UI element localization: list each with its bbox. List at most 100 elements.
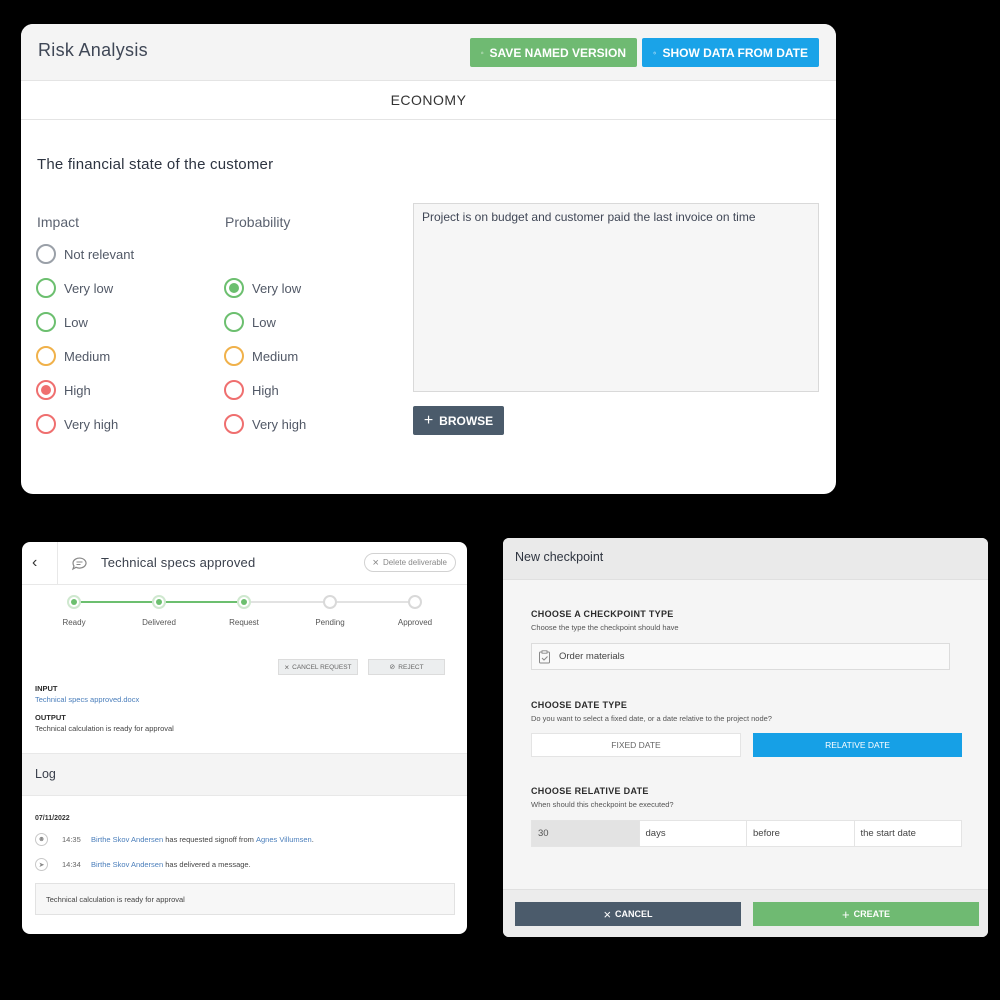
comment-textarea[interactable]: Project is on budget and customer paid t… [413,203,819,392]
checkpoint-type-select[interactable]: Order materials [531,643,950,670]
risk-header: Risk Analysis SAVE NAMED VERSION SHOW DA… [21,24,836,81]
deliverable-title: Technical specs approved [101,555,256,570]
impact-label: Impact [37,214,80,230]
relative-anchor-select[interactable]: the start date [853,821,962,846]
close-icon: × [284,662,290,672]
impact-option-very-low[interactable]: Very low [36,278,113,298]
probability-option-low[interactable]: Low [224,312,276,332]
radio-icon[interactable] [36,312,56,332]
relative-date-title: CHOOSE RELATIVE DATE [531,786,649,796]
create-label: CREATE [853,909,890,919]
new-checkpoint-dialog: New checkpoint CHOOSE A CHECKPOINT TYPE … [503,538,988,937]
radio-icon[interactable] [36,244,56,264]
divider [57,542,58,585]
impact-option-label: Not relevant [64,246,135,262]
log-target-link[interactable]: Agnes Villumsen [256,835,312,844]
relative-date-subtitle: When should this checkpoint be executed? [531,800,674,809]
log-text: has requested signoff from [163,835,256,844]
checkpoint-type-subtitle: Choose the type the checkpoint should ha… [531,623,679,632]
cancel-request-label: CANCEL REQUEST [292,663,352,671]
relative-unit-select[interactable]: days [638,821,747,846]
probability-option-label: High [252,382,279,398]
impact-option-medium[interactable]: Medium [36,346,110,366]
probability-option-label: Very low [252,280,302,296]
relative-amount-input[interactable]: 30 [532,821,639,846]
step-label: Request [229,618,259,627]
back-icon[interactable]: ‹ [32,554,37,572]
create-button[interactable]: + CREATE [753,902,979,926]
radio-icon[interactable] [224,346,244,366]
reject-label: REJECT [398,663,424,671]
step-ready-dot [67,595,81,609]
dialog-footer: × CANCEL + CREATE [503,889,988,937]
impact-option-very-high[interactable]: Very high [36,414,118,434]
log-entry: ➤ 14:34 Birthe Skov Andersen has deliver… [35,858,251,871]
probability-option-high[interactable]: High [224,380,279,400]
impact-option-label: Very high [64,416,119,432]
cancel-label: CANCEL [615,909,653,919]
browse-button[interactable]: + BROWSE [413,406,504,435]
radio-icon[interactable] [224,312,244,332]
delete-deliverable-label: Delete deliverable [382,558,447,567]
input-file-link[interactable]: Technical specs approved.docx [35,695,139,704]
probability-option-very-high[interactable]: Very high [224,414,306,434]
relative-direction-select[interactable]: before [746,821,854,846]
step-pending-dot [323,595,337,609]
output-label: OUTPUT [35,713,66,722]
log-actor-link[interactable]: Birthe Skov Andersen [91,835,163,844]
impact-option-label: Very low [64,280,114,296]
show-data-from-date-button[interactable]: SHOW DATA FROM DATE [642,38,819,67]
radio-selected-icon[interactable] [224,278,244,298]
log-entry: ☻ 14:35 Birthe Skov Andersen has request… [35,833,314,846]
probability-option-label: Medium [252,348,299,364]
plus-icon: + [842,906,850,922]
impact-option-high[interactable]: High [36,380,91,400]
approval-stepper: Ready Delivered Request Pending Approved [22,592,467,632]
save-named-version-button[interactable]: SAVE NAMED VERSION [470,38,637,67]
step-label: Delivered [142,618,176,627]
user-icon: ☻ [35,833,48,846]
radio-icon[interactable] [36,278,56,298]
log-time: 14:35 [62,835,81,844]
radio-icon[interactable] [224,414,244,434]
impact-option-label: Low [64,314,88,330]
radio-icon[interactable] [36,414,56,434]
delete-deliverable-button[interactable]: × Delete deliverable [363,553,456,572]
dialog-header: New checkpoint [503,538,988,580]
log-message: Technical calculation is ready for appro… [35,883,455,915]
log-text-end: . [311,835,314,844]
reject-button[interactable]: ⊘ REJECT [368,659,445,675]
checkpoint-type-title: CHOOSE A CHECKPOINT TYPE [531,609,674,619]
relative-date-row: 30 days before the start date [531,820,962,847]
radio-icon[interactable] [36,346,56,366]
plus-icon: + [423,411,434,429]
fixed-date-toggle[interactable]: FIXED DATE [531,733,741,757]
close-icon: × [603,906,612,922]
impact-option-not-relevant[interactable]: Not relevant [36,244,134,264]
save-named-version-label: SAVE NAMED VERSION [489,45,626,60]
block-icon: ⊘ [389,664,396,671]
input-label: INPUT [35,684,58,693]
section-title: ECONOMY [21,81,836,120]
probability-option-very-low[interactable]: Very low [224,278,301,298]
radio-icon[interactable] [224,380,244,400]
log-time: 14:34 [62,860,81,869]
impact-option-label: High [64,382,91,398]
date-type-subtitle: Do you want to select a fixed date, or a… [531,714,772,723]
show-data-from-date-label: SHOW DATA FROM DATE [662,45,808,60]
deliverable-panel: ‹ Technical specs approved × Delete deli… [22,542,467,934]
impact-option-low[interactable]: Low [36,312,88,332]
log-actor-link[interactable]: Birthe Skov Andersen [91,860,163,869]
log-title: Log [35,767,56,781]
cancel-button[interactable]: × CANCEL [515,902,741,926]
log-header: Log [22,753,467,796]
log-text: has delivered a message. [163,860,251,869]
probability-option-label: Low [252,314,276,330]
probability-option-medium[interactable]: Medium [224,346,298,366]
page-title: Risk Analysis [38,40,148,60]
date-type-title: CHOOSE DATE TYPE [531,700,628,710]
cancel-request-button[interactable]: × CANCEL REQUEST [278,659,358,675]
relative-date-toggle[interactable]: RELATIVE DATE [753,733,962,757]
output-value: Technical calculation is ready for appro… [35,724,174,733]
radio-selected-icon[interactable] [36,380,56,400]
